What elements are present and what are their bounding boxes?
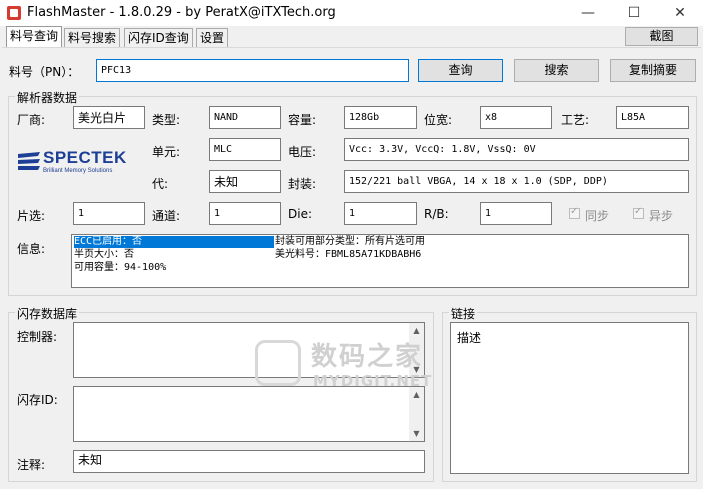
links-description-header[interactable]: 描述 [457, 329, 481, 346]
process-field[interactable]: L85A [616, 106, 689, 129]
capacity-field[interactable]: 128Gb [344, 106, 417, 129]
info-line: ECC已启用：否 [74, 236, 274, 248]
die-label: Die: [288, 207, 312, 221]
pn-label: 料号（PN）： [9, 65, 80, 79]
spectek-logo: SPECTEK Brilliant Memory Solutions [16, 145, 138, 181]
info-line: 封装可用部分类型：所有片选可用 [275, 236, 425, 247]
sync-checkbox[interactable] [569, 206, 580, 219]
window-title: FlashMaster - 1.8.0.29 - by PeratX@iTXTe… [27, 5, 336, 20]
vendor-field[interactable]: 美光白片 [73, 106, 145, 129]
type-label: 类型: [152, 113, 181, 127]
maximize-button[interactable]: ☐ [611, 0, 657, 26]
note-label: 注释: [17, 458, 46, 472]
channel-field[interactable]: 1 [209, 202, 281, 225]
die-field[interactable]: 1 [344, 202, 417, 225]
pn-input[interactable]: PFC13 [96, 59, 409, 82]
async-label: 异步 [649, 209, 674, 223]
links-list[interactable]: 描述 [450, 322, 689, 474]
spectek-logo-tagline: Brilliant Memory Solutions [43, 168, 113, 174]
screenshot-button[interactable]: 截图 [625, 27, 698, 46]
flashdb-group-title: 闪存数据库 [15, 305, 80, 322]
watermark-url: MYDIGIT.NET [313, 372, 433, 390]
rb-label: R/B: [424, 207, 449, 221]
parser-group-title: 解析器数据 [15, 89, 80, 106]
type-field[interactable]: NAND [209, 106, 281, 129]
scroll-down-icon[interactable]: ▼ [409, 426, 424, 441]
info-label: 信息: [17, 242, 46, 256]
tab-pn-query[interactable]: 料号查询 [6, 26, 63, 48]
minimize-button[interactable]: — [565, 0, 611, 26]
spectek-logo-text: SPECTEK [43, 148, 127, 167]
voltage-field[interactable]: Vcc: 3.3V, VccQ: 1.8V, VssQ: 0V [344, 138, 689, 161]
flashid-label: 闪存ID: [17, 393, 58, 407]
async-checkbox[interactable] [633, 206, 644, 219]
width-label: 位宽: [424, 113, 453, 127]
links-group-title: 链接 [449, 305, 478, 322]
watermark-text: 数码之家 [311, 342, 424, 372]
watermark-logo-icon [255, 340, 301, 386]
package-field[interactable]: 152/221 ball VBGA, 14 x 18 x 1.0 (SDP, D… [344, 170, 689, 193]
process-label: 工艺: [561, 113, 590, 127]
copy-summary-button[interactable]: 复制摘要 [610, 59, 696, 82]
vendor-label: 厂商: [17, 113, 46, 127]
search-button[interactable]: 搜索 [514, 59, 599, 82]
width-field[interactable]: x8 [480, 106, 552, 129]
tab-settings[interactable]: 设置 [196, 28, 229, 47]
spectek-logo-icon [18, 152, 40, 170]
ce-label: 片选: [17, 209, 46, 223]
generation-label: 代: [152, 177, 169, 191]
info-line: 半页大小：否 [74, 249, 134, 260]
tab-flashid-query[interactable]: 闪存ID查询 [124, 28, 193, 47]
capacity-label: 容量: [288, 113, 317, 127]
channel-label: 通道: [152, 209, 181, 223]
info-line: 可用容量：94-100% [74, 262, 167, 273]
ce-field[interactable]: 1 [73, 202, 145, 225]
app-icon [7, 6, 21, 20]
cell-field[interactable]: MLC [209, 138, 281, 161]
controller-label: 控制器: [17, 330, 58, 344]
generation-field[interactable]: 未知 [209, 170, 281, 193]
sync-label: 同步 [585, 209, 610, 223]
watermark: 数码之家 MYDIGIT.NET [255, 336, 445, 398]
rb-field[interactable]: 1 [480, 202, 552, 225]
tab-pn-search[interactable]: 料号搜索 [64, 28, 121, 47]
info-textarea[interactable]: ECC已启用：否 半页大小：否 可用容量：94-100% 封装可用部分类型：所有… [71, 234, 689, 288]
info-line: 美光料号：FBML85A71KDBABH6 [275, 249, 422, 260]
close-button[interactable]: ✕ [657, 0, 703, 26]
query-button[interactable]: 查询 [418, 59, 503, 82]
note-field[interactable]: 未知 [73, 450, 425, 473]
package-label: 封装: [288, 177, 317, 191]
cell-label: 单元: [152, 145, 181, 159]
voltage-label: 电压: [288, 145, 317, 159]
